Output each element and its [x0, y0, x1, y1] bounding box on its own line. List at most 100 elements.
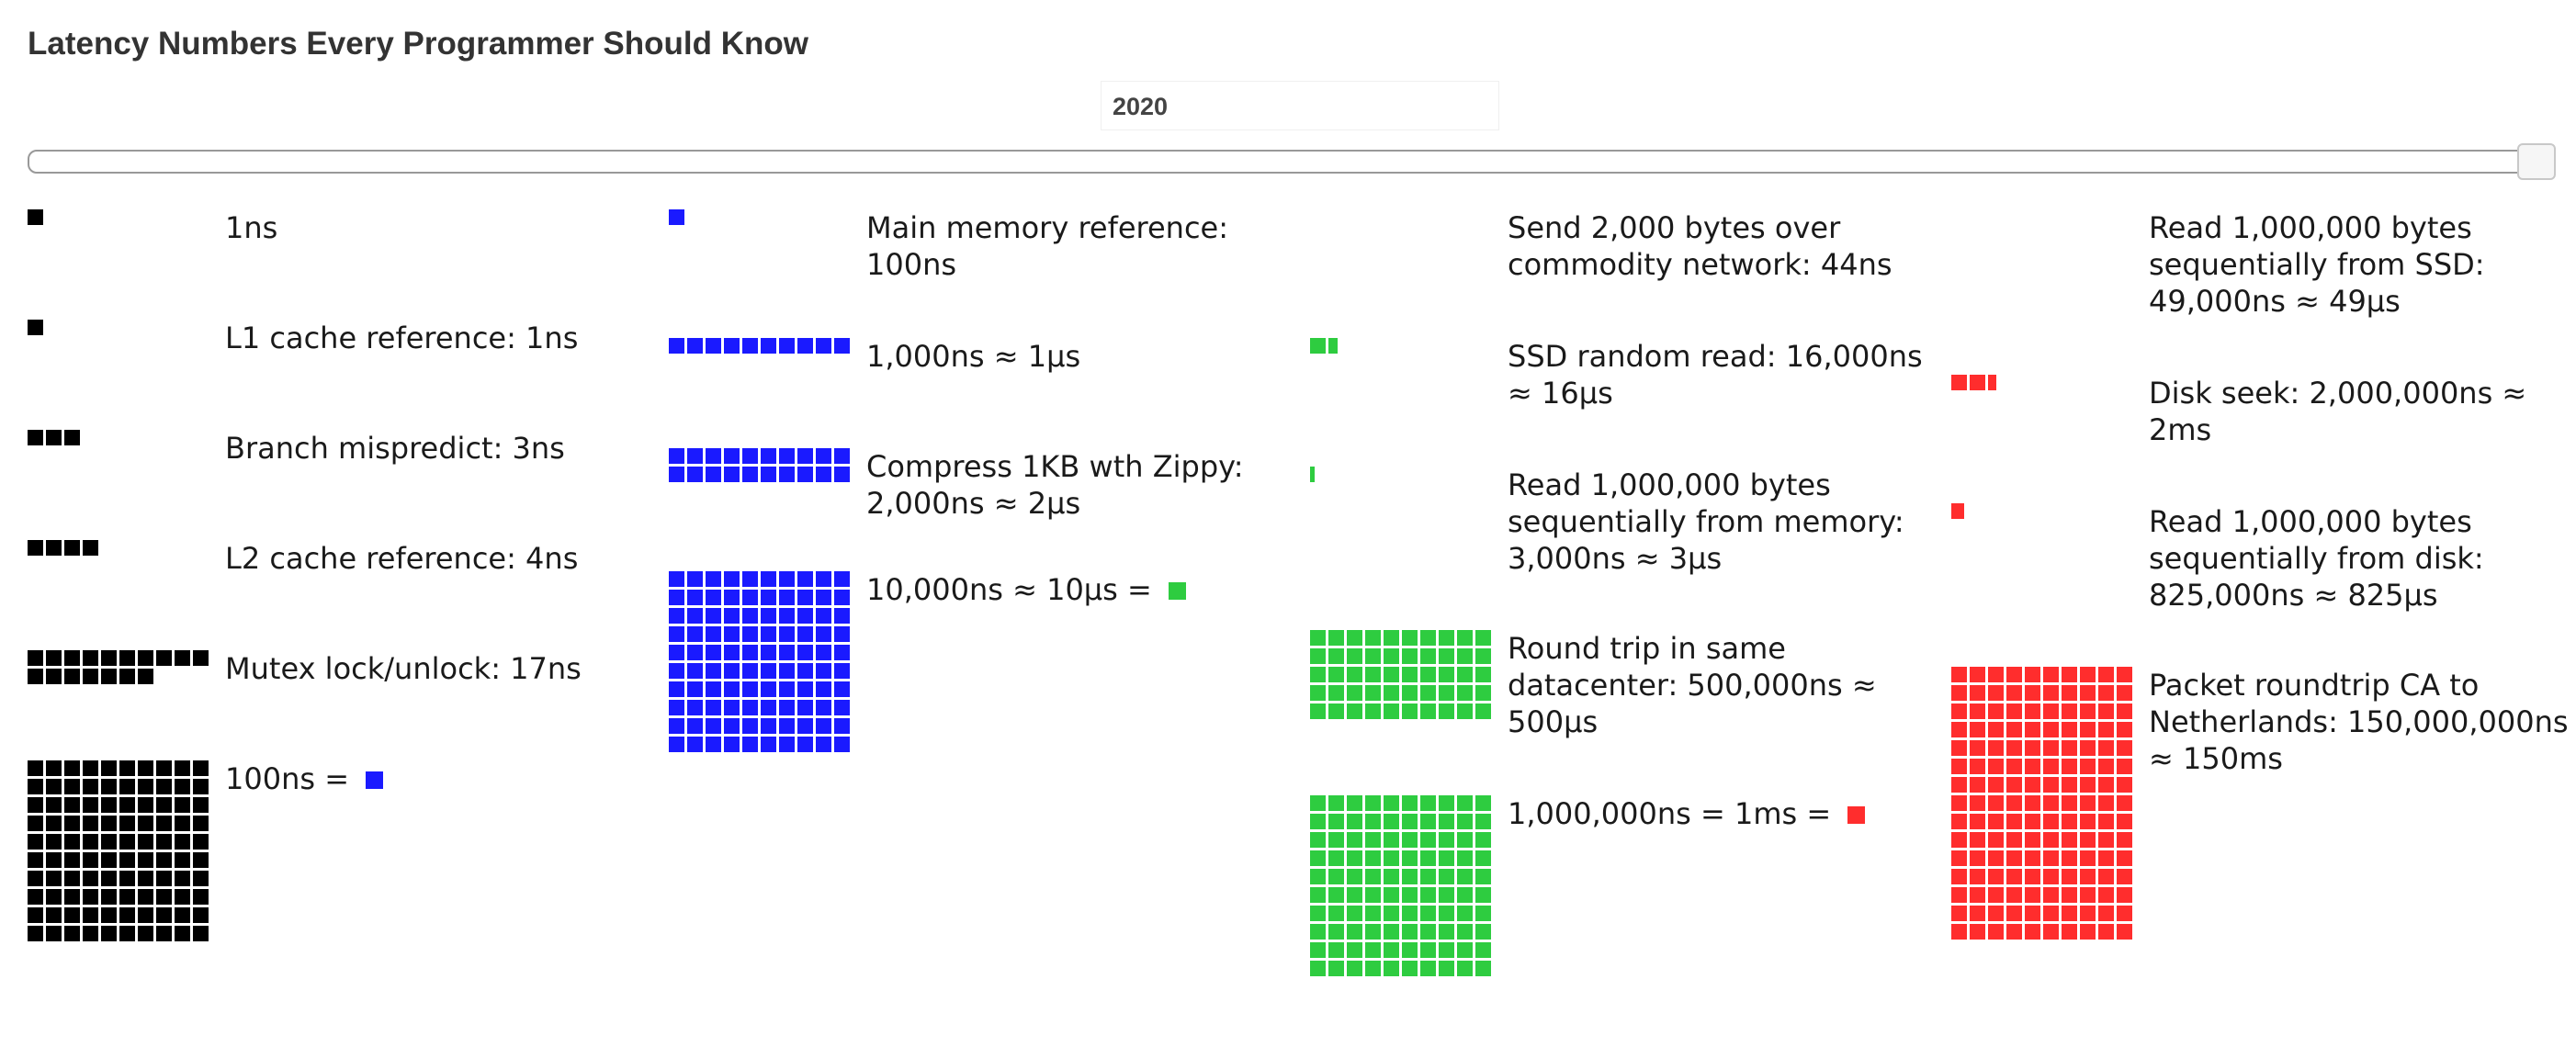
latency-label: L1 cache reference: 1ns — [225, 320, 666, 356]
latency-cell — [1439, 869, 1454, 884]
latency-cell — [101, 760, 117, 776]
latency-cell — [1384, 924, 1399, 940]
latency-cell — [2080, 850, 2096, 866]
latency-cell — [834, 718, 850, 734]
latency-cell — [2062, 795, 2077, 811]
latency-cell — [83, 852, 98, 868]
latency-cell — [724, 737, 740, 752]
latency-label-text: Round trip in same datacenter: 500,000ns… — [1508, 631, 1877, 739]
latency-cell — [742, 737, 758, 752]
latency-cell — [2025, 795, 2040, 811]
latency-cell — [2080, 887, 2096, 903]
year-slider-track[interactable] — [28, 150, 2548, 174]
latency-cell — [64, 907, 80, 923]
latency-cell — [101, 926, 117, 941]
latency-cell — [64, 540, 80, 556]
latency-cell — [816, 338, 831, 354]
latency-cell — [1988, 740, 2004, 756]
latency-label-text: 100ns = — [225, 761, 359, 796]
latency-cell — [816, 626, 831, 642]
latency-cell — [1457, 924, 1473, 940]
latency-cell — [669, 626, 684, 642]
latency-cell — [175, 852, 190, 868]
latency-cell — [1988, 685, 2004, 701]
latency-cell — [119, 669, 135, 684]
latency-cell — [1970, 795, 1985, 811]
latency-cell — [64, 650, 80, 666]
latency-cell — [28, 797, 43, 813]
latency-cell — [834, 467, 850, 482]
latency-cell — [2025, 887, 2040, 903]
latency-cell — [1402, 906, 1418, 921]
latency-cell — [83, 834, 98, 850]
latency-cell — [64, 797, 80, 813]
latency-cell — [1328, 924, 1344, 940]
latency-cell — [46, 669, 62, 684]
latency-cell — [816, 718, 831, 734]
latency-cell — [156, 760, 172, 776]
latency-label-text: Branch mispredict: 3ns — [225, 431, 565, 466]
latency-cell — [138, 797, 153, 813]
latency-label-text: 1,000,000ns = 1ms = — [1508, 796, 1841, 831]
latency-cell — [706, 663, 721, 679]
latency-cell — [1475, 832, 1491, 848]
latency-cell — [101, 650, 117, 666]
latency-cell — [761, 645, 776, 660]
latency-cell — [2043, 869, 2059, 884]
latency-cell — [816, 590, 831, 605]
latency-cell — [101, 871, 117, 886]
latency-cell — [1988, 814, 2004, 829]
latency-cell — [64, 779, 80, 794]
latency-cell — [2006, 740, 2022, 756]
latency-cell — [175, 779, 190, 794]
latency-cell — [193, 797, 209, 813]
latency-label-text: 10,000ns ≈ 10µs = — [866, 572, 1161, 607]
latency-cell — [101, 834, 117, 850]
latency-cell — [1402, 869, 1418, 884]
latency-cell — [2043, 814, 2059, 829]
year-slider-handle[interactable] — [2517, 143, 2556, 180]
latency-cell — [1970, 740, 1985, 756]
latency-cell — [706, 626, 721, 642]
latency-cell — [2117, 667, 2132, 682]
latency-cell — [1970, 869, 1985, 884]
latency-cell — [816, 608, 831, 624]
latency-cell — [175, 871, 190, 886]
latency-cell — [1347, 630, 1362, 646]
latency-cell — [101, 907, 117, 923]
latency-cell — [2062, 740, 2077, 756]
latency-cell — [669, 590, 684, 605]
latency-cell — [1384, 887, 1399, 903]
latency-cell — [1439, 832, 1454, 848]
latency-cell — [1970, 777, 1985, 793]
latency-cell — [138, 650, 153, 666]
latency-cell — [1347, 685, 1362, 701]
latency-cell — [2062, 850, 2077, 866]
latency-cell — [2043, 667, 2059, 682]
latency-cell — [742, 571, 758, 587]
latency-cell — [2117, 795, 2132, 811]
latency-label: Packet roundtrip CA to Netherlands: 150,… — [2149, 667, 2576, 777]
latency-cell — [742, 590, 758, 605]
latency-cell — [1402, 795, 1418, 811]
latency-cell — [2080, 759, 2096, 774]
latency-cell — [2117, 722, 2132, 737]
latency-cell — [83, 871, 98, 886]
latency-cell — [2117, 814, 2132, 829]
latency-cell — [1420, 648, 1436, 664]
latency-cell — [687, 626, 703, 642]
latency-cell — [761, 467, 776, 482]
latency-cell — [138, 816, 153, 831]
latency-cell — [1439, 887, 1454, 903]
latency-cell — [761, 681, 776, 697]
latency-cell — [2043, 777, 2059, 793]
latency-cell — [1420, 869, 1436, 884]
latency-cell — [28, 816, 43, 831]
latency-cell — [156, 907, 172, 923]
equals-unit-square — [1847, 806, 1866, 824]
latency-cell — [193, 834, 209, 850]
latency-cell — [46, 797, 62, 813]
latency-cell — [2098, 740, 2114, 756]
latency-cell — [1310, 814, 1326, 829]
latency-cell — [1365, 850, 1381, 866]
